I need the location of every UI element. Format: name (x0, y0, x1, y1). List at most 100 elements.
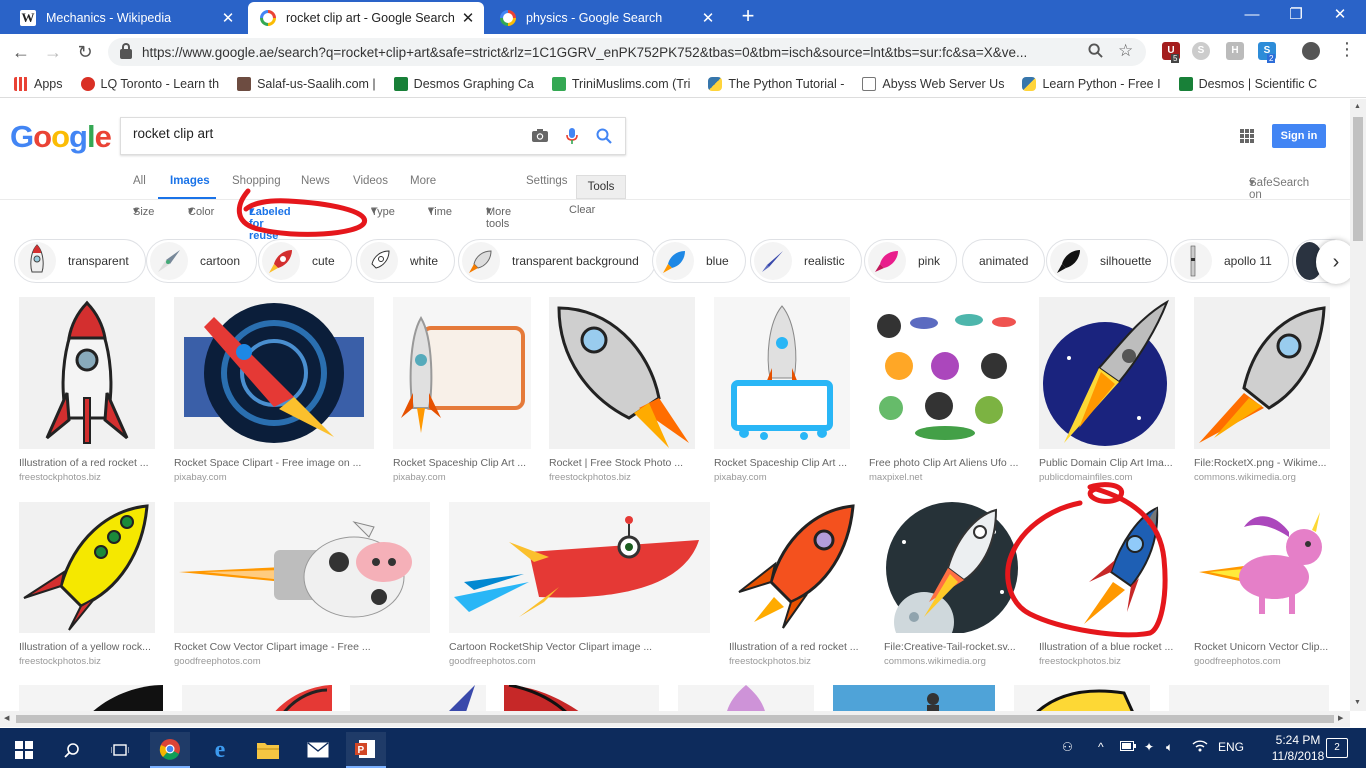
result-caption[interactable]: Rocket | Free Stock Photo ... (549, 457, 695, 469)
result-thumbnail[interactable] (19, 685, 163, 711)
chevron-right-icon[interactable]: › (1316, 240, 1350, 284)
zoom-search-icon[interactable] (1088, 43, 1103, 62)
result-thumbnail[interactable] (19, 297, 155, 449)
result-caption[interactable]: Illustration of a red rocket ... (19, 457, 155, 469)
image-result[interactable]: Rocket | Free Stock Photo ... freestockp… (549, 297, 695, 483)
tab-all[interactable]: All (133, 175, 146, 187)
chip-white[interactable]: white (356, 239, 456, 283)
filter-type[interactable]: Type ▾ (371, 204, 395, 218)
result-caption[interactable]: Cartoon RocketShip Vector Clipart image … (449, 641, 710, 653)
image-result[interactable]: Illustration of a yellow rock... freesto… (19, 502, 155, 667)
result-source[interactable]: commons.wikimedia.org (1194, 472, 1330, 483)
chrome-icon[interactable] (150, 732, 190, 768)
chip-animated[interactable]: animated (962, 239, 1046, 283)
close-tab-icon[interactable]: ✕ (700, 9, 716, 27)
vertical-scrollbar-thumb[interactable] (1353, 117, 1363, 241)
vertical-scrollbar[interactable]: ▲ ▼ (1350, 99, 1366, 711)
filter-usage-rights[interactable]: Labeled for reuse ▾ (249, 204, 291, 242)
image-result[interactable] (504, 685, 659, 711)
search-icon[interactable] (52, 732, 92, 768)
result-caption[interactable]: Rocket Space Clipart - Free image on ... (174, 457, 374, 469)
image-result[interactable]: File:Creative-Tail-rocket.sv... commons.… (884, 502, 1020, 667)
result-thumbnail[interactable] (1194, 297, 1330, 449)
skype-icon[interactable]: S (1192, 42, 1210, 60)
notifications-icon[interactable]: 2 (1326, 738, 1348, 758)
result-thumbnail[interactable] (1039, 297, 1175, 449)
scroll-up-icon[interactable]: ▲ (1354, 103, 1361, 110)
result-caption[interactable]: Public Domain Clip Art Ima... (1039, 457, 1175, 469)
image-result[interactable]: Illustration of a red rocket ... freesto… (19, 297, 155, 483)
image-result[interactable]: Rocket Cow Vector Clipart image - Free .… (174, 502, 430, 667)
mail-icon[interactable] (298, 732, 338, 768)
result-source[interactable]: pixabay.com (714, 472, 850, 483)
address-bar[interactable]: https://www.google.ae/search?q=rocket+cl… (108, 38, 1146, 66)
minimize-button[interactable]: — (1230, 0, 1274, 32)
bookmark-desmos-graphing[interactable]: Desmos Graphing Ca (393, 76, 534, 91)
clock[interactable]: 5:24 PM 11/8/2018 (1270, 732, 1326, 764)
volume-icon[interactable]: 🔈︎ (1166, 740, 1173, 755)
result-caption[interactable]: File:Creative-Tail-rocket.sv... (884, 641, 1020, 653)
image-result[interactable] (678, 685, 814, 711)
result-thumbnail[interactable] (174, 297, 374, 449)
image-result[interactable] (182, 685, 332, 711)
image-result[interactable] (1014, 685, 1150, 711)
battery-icon[interactable] (1120, 740, 1136, 754)
result-caption[interactable]: Illustration of a yellow rock... (19, 641, 155, 653)
result-caption[interactable]: File:RocketX.png - Wikime... (1194, 457, 1330, 469)
result-source[interactable]: freestockphotos.biz (729, 656, 865, 667)
chip-cute[interactable]: cute (258, 239, 352, 283)
chip-cartoon[interactable]: cartoon (146, 239, 258, 283)
tab-physics[interactable]: physics - Google Search ✕ (488, 2, 724, 34)
result-thumbnail[interactable] (1169, 685, 1329, 711)
tab-shopping[interactable]: Shopping (232, 175, 281, 187)
result-source[interactable]: maxpixel.net (869, 472, 1021, 483)
image-result[interactable]: Public Domain Clip Art Ima... publicdoma… (1039, 297, 1175, 483)
tools-button[interactable]: Tools (576, 175, 626, 199)
edge-icon[interactable]: e (200, 732, 240, 768)
chip-silhouette[interactable]: silhouette (1046, 239, 1169, 283)
result-thumbnail[interactable] (19, 502, 155, 633)
result-thumbnail[interactable] (869, 297, 1021, 449)
result-caption[interactable]: Rocket Spaceship Clip Art ... (393, 457, 531, 469)
filter-size[interactable]: Size ▾ (133, 204, 154, 218)
image-result[interactable] (19, 685, 163, 711)
image-result[interactable]: File:RocketX.png - Wikime... commons.wik… (1194, 297, 1330, 483)
result-thumbnail[interactable] (1194, 502, 1330, 633)
image-result[interactable]: Rocket Spaceship Clip Art ... pixabay.co… (714, 297, 850, 483)
image-result[interactable]: Rocket Space Clipart - Free image on ...… (174, 297, 374, 483)
bookmark-salaf[interactable]: Salaf-us-Saalih.com | (237, 76, 376, 91)
file-explorer-icon[interactable] (248, 732, 288, 768)
dropbox-icon[interactable]: ✦ (1144, 740, 1154, 754)
search-icon[interactable] (595, 127, 613, 145)
menu-kebab-icon[interactable]: ⋮ (1338, 40, 1356, 58)
result-source[interactable]: commons.wikimedia.org (884, 656, 1020, 667)
bookmark-trinimuslims[interactable]: TriniMuslims.com (Tri (551, 76, 690, 91)
windows-start-icon[interactable] (4, 732, 44, 768)
result-thumbnail[interactable] (449, 502, 710, 633)
google-logo[interactable]: Google (10, 119, 112, 155)
image-result[interactable]: Rocket Unicorn Vector Clip... goodfreeph… (1194, 502, 1330, 667)
back-button[interactable]: ← (8, 40, 34, 64)
result-thumbnail[interactable] (182, 685, 332, 711)
filter-clear[interactable]: Clear (569, 204, 595, 216)
result-caption[interactable]: Free photo Clip Art Aliens Ufo ... (869, 457, 1021, 469)
tab-rocket-clip-art[interactable]: rocket clip art - Google Search ✕ (248, 2, 484, 34)
filter-color[interactable]: Color ▾ (188, 204, 214, 218)
new-tab-button[interactable]: + (736, 4, 760, 30)
result-source[interactable]: goodfreephotos.com (1194, 656, 1330, 667)
result-source[interactable]: publicdomainfiles.com (1039, 472, 1175, 483)
image-result[interactable]: Illustration of a red rocket ... freesto… (729, 502, 865, 667)
sign-in-button[interactable]: Sign in (1272, 124, 1326, 148)
result-source[interactable]: freestockphotos.biz (1039, 656, 1175, 667)
result-thumbnail[interactable] (1039, 502, 1175, 633)
image-result[interactable] (350, 685, 486, 711)
search-box[interactable] (120, 117, 626, 155)
scroll-down-icon[interactable]: ▼ (1354, 699, 1361, 706)
chip-realistic[interactable]: realistic (750, 239, 862, 283)
image-result[interactable]: Illustration of a blue rocket ... freest… (1039, 502, 1175, 667)
tab-mechanics-wikipedia[interactable]: W Mechanics - Wikipedia ✕ (8, 2, 244, 34)
microphone-icon[interactable] (563, 127, 581, 145)
close-window-button[interactable]: ✕ (1318, 0, 1362, 32)
image-result[interactable] (1169, 685, 1329, 711)
powerpoint-icon[interactable]: P (346, 732, 386, 768)
